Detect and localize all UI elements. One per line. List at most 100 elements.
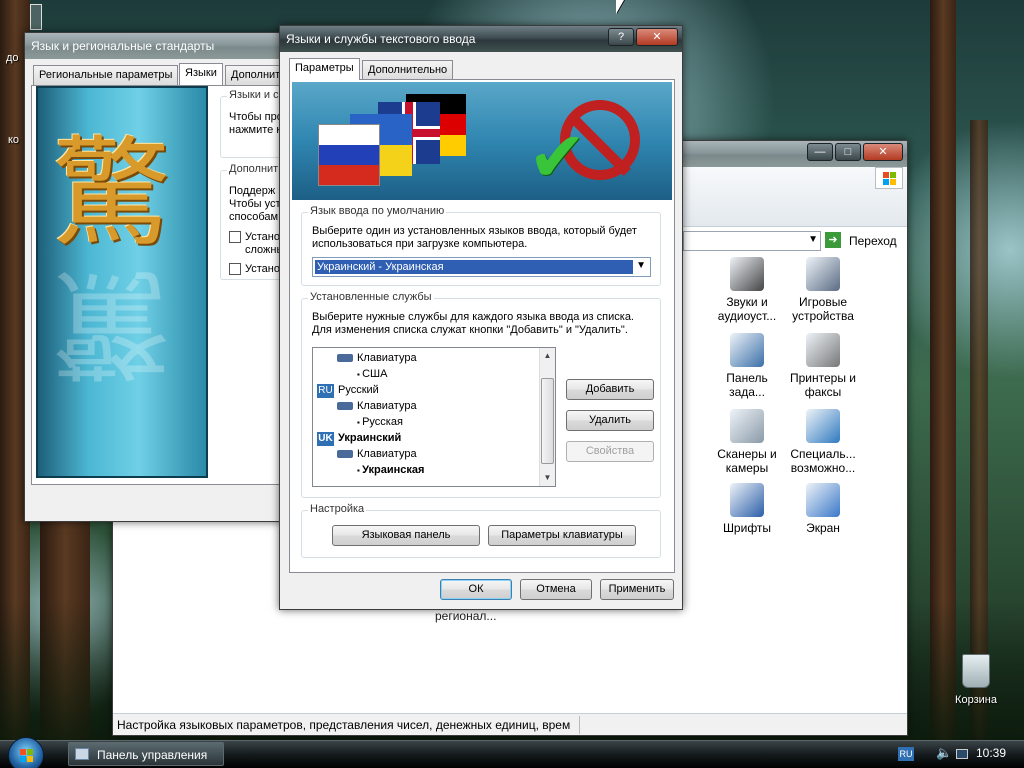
default-language-select[interactable]: Украинский - Украинская ▼ xyxy=(312,257,651,277)
control-panel-item-label: Сканеры и xyxy=(717,447,777,461)
desktop-icon-label[interactable]: до xyxy=(6,52,19,64)
cancel-button[interactable]: Отмена xyxy=(520,579,592,600)
close-button[interactable]: ✕ xyxy=(636,28,678,46)
keyboard-settings-button[interactable]: Параметры клавиатуры xyxy=(488,525,636,546)
maximize-button[interactable]: □ xyxy=(835,143,861,161)
tab-parameters[interactable]: Параметры xyxy=(289,58,360,80)
taskbar: Панель управления RU 🔈 10:39 xyxy=(0,737,1024,768)
services-tree[interactable]: Клавиатура ▪ США RU Русский Клавиатура ▪ Русс… xyxy=(312,347,556,487)
control-panel-item[interactable]: Шрифты xyxy=(707,483,787,535)
tab-languages[interactable]: Языки xyxy=(179,63,223,85)
tree-item[interactable]: Клавиатура xyxy=(337,398,417,414)
start-button[interactable] xyxy=(8,737,44,768)
language-badge: UK xyxy=(317,432,334,446)
keyboard-icon xyxy=(337,450,353,459)
control-panel-item-label: Игровые xyxy=(798,295,848,309)
gamepad-icon xyxy=(806,257,840,291)
taskbar-item-control-panel[interactable]: Панель управления xyxy=(68,742,224,766)
tree-item[interactable]: ▪ США xyxy=(357,366,387,383)
tree-scrollbar[interactable]: ▲ ▼ xyxy=(539,348,555,486)
control-panel-item[interactable]: Сканеры и камеры xyxy=(707,409,787,475)
control-panel-item-label: устройства xyxy=(792,309,854,323)
keyboard-icon xyxy=(337,402,353,411)
tree-item-label: Клавиатура xyxy=(357,352,417,364)
apply-button[interactable]: Применить xyxy=(600,579,674,600)
tree-item[interactable]: RU Русский xyxy=(317,382,379,398)
chevron-down-icon[interactable]: ▼ xyxy=(636,260,646,271)
tree-item[interactable]: ▪ Русская xyxy=(357,414,403,431)
status-text: Настройка языковых параметров, представл… xyxy=(117,718,571,732)
printer-icon xyxy=(806,333,840,367)
recycle-bin[interactable]: Корзина xyxy=(948,654,1004,706)
language-banner-image: 驚 驚 xyxy=(36,86,208,478)
status-bar: Настройка языковых параметров, представл… xyxy=(113,713,907,735)
installed-services-group: Установленные службы Выберите нужные слу… xyxy=(301,291,661,498)
fonts-icon xyxy=(730,483,764,517)
settings-group: Настройка Языковая панель Параметры клав… xyxy=(301,503,661,558)
dialog-title: Языки и службы текстового ввода xyxy=(286,32,476,46)
volume-icon[interactable]: 🔈 xyxy=(936,745,952,761)
tree-item-label: США xyxy=(362,368,388,380)
control-panel-item[interactable]: Панель зада... xyxy=(707,333,787,399)
tree-item-label: Клавиатура xyxy=(357,400,417,412)
tab-additional[interactable]: Дополнительно xyxy=(362,60,454,80)
desktop-icon-label[interactable]: ко xyxy=(8,134,19,146)
control-panel-item[interactable]: Звуки и аудиоуст... xyxy=(707,257,787,323)
desktop-icon[interactable] xyxy=(30,4,42,30)
control-panel-item-label: Шрифты xyxy=(722,521,772,535)
tree-item[interactable]: Клавиатура xyxy=(337,350,417,366)
tree-item-label: Украинская xyxy=(362,464,425,476)
tab-panel: 驚 驚 Языки и с Чтобы про нажмите к Дополн… xyxy=(31,85,290,485)
group-text: нажмите к xyxy=(229,124,282,136)
minimize-button[interactable]: — xyxy=(807,143,833,161)
group-text: Чтобы про xyxy=(229,111,283,123)
control-panel-item[interactable]: Игровые устройства xyxy=(783,257,863,323)
clock[interactable]: 10:39 xyxy=(976,746,1006,760)
default-language-group: Язык ввода по умолчанию Выберите один из… xyxy=(301,205,661,286)
go-button[interactable]: ➜ Переход xyxy=(825,231,905,251)
recycle-bin-icon xyxy=(962,654,990,688)
close-button[interactable]: ✕ xyxy=(863,143,903,161)
scrollbar-thumb[interactable] xyxy=(541,378,554,464)
default-language-value: Украинский - Украинская xyxy=(315,260,633,274)
properties-button[interactable]: Свойства xyxy=(566,441,654,462)
regional-settings-window[interactable]: Язык и региональные стандарты Региональн… xyxy=(24,32,290,522)
remove-button[interactable]: Удалить xyxy=(566,410,654,431)
behind-item-label: регионал... xyxy=(435,609,497,623)
scanner-icon xyxy=(730,409,764,443)
default-language-help: Выберите один из установленных языков вв… xyxy=(312,225,637,250)
tab-advanced[interactable]: Дополнит xyxy=(225,65,287,85)
language-badge: RU xyxy=(317,384,334,398)
language-indicator[interactable]: RU xyxy=(898,747,914,761)
ok-button[interactable]: ОК xyxy=(440,579,512,600)
flag-russia-icon xyxy=(318,124,380,186)
control-panel-item-label: зада... xyxy=(729,385,765,399)
address-field[interactable]: ▼ xyxy=(683,231,821,251)
control-panel-item-label: Звуки и xyxy=(726,295,768,309)
regional-titlebar[interactable]: Язык и региональные стандарты xyxy=(25,33,283,59)
control-panel-item[interactable]: Экран xyxy=(783,483,863,535)
tree-item[interactable]: Клавиатура xyxy=(337,446,417,462)
windows-logo-icon xyxy=(20,749,34,763)
text-services-dialog[interactable]: Языки и службы текстового ввода ? ✕ Пара… xyxy=(279,25,683,610)
control-panel-item-label: возможно... xyxy=(790,461,856,475)
languages-banner: ✔ xyxy=(292,82,672,200)
complex-script-checkbox[interactable] xyxy=(229,231,241,243)
checkmark-icon: ✔ xyxy=(528,118,587,196)
language-bar-button[interactable]: Языковая панель xyxy=(332,525,480,546)
tree-item-label: Русский xyxy=(338,384,379,396)
control-panel-icon xyxy=(75,748,89,760)
east-asian-checkbox[interactable] xyxy=(229,263,241,275)
tree-item[interactable]: ▪ Украинская xyxy=(357,462,424,479)
control-panel-item[interactable]: Принтеры и факсы xyxy=(783,333,863,399)
tab-regional-params[interactable]: Региональные параметры xyxy=(33,65,179,85)
control-panel-item-label: Экран xyxy=(806,521,840,535)
dialog-titlebar[interactable]: Языки и службы текстового ввода ? ✕ xyxy=(280,26,682,52)
network-icon[interactable] xyxy=(956,749,968,759)
chevron-down-icon[interactable]: ▼ xyxy=(808,234,818,245)
tree-item[interactable]: UK Украинский xyxy=(317,430,401,446)
help-button[interactable]: ? xyxy=(608,28,634,46)
control-panel-item[interactable]: Специаль... возможно... xyxy=(783,409,863,475)
add-button[interactable]: Добавить xyxy=(566,379,654,400)
windows-logo-icon xyxy=(875,167,903,189)
